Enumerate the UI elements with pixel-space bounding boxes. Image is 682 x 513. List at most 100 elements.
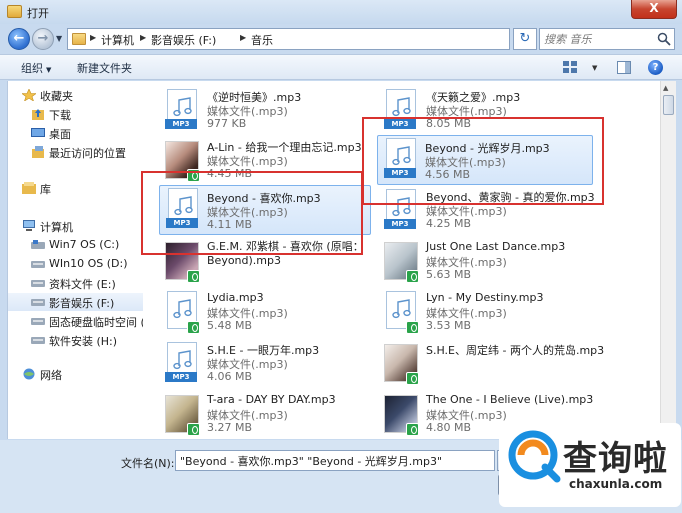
- file-size: 4.45 MB: [207, 167, 253, 180]
- nav-libraries[interactable]: 库: [8, 179, 144, 197]
- media-player-icon: [187, 270, 200, 283]
- media-player-icon: [406, 270, 419, 283]
- file-size: 4.80 MB: [426, 421, 472, 434]
- folder-icon: [72, 33, 86, 45]
- file-item[interactable]: Just One Last Dance.mp3 媒体文件(.mp3) 5.63 …: [380, 238, 595, 288]
- file-size: 4.56 MB: [425, 168, 471, 181]
- mp3-file-icon: MP3: [384, 89, 418, 133]
- nav-network[interactable]: 网络: [8, 365, 144, 383]
- album-art-thumbnail: [384, 240, 419, 284]
- file-item[interactable]: MP3 Beyond、黄家驹 - 真的爱你.mp3 媒体文件(.mp3) 4.2…: [380, 187, 595, 237]
- recent-places-icon: [32, 146, 44, 158]
- drive-icon: [31, 261, 45, 268]
- close-button[interactable]: X: [631, 0, 677, 19]
- file-item[interactable]: S.H.E、周定纬 - 两个人的荒岛.mp3: [380, 340, 604, 390]
- file-item[interactable]: MP3 S.H.E - 一眼万年.mp3 媒体文件(.mp3) 4.06 MB: [161, 340, 376, 390]
- media-player-icon: [187, 423, 200, 436]
- file-list: MP3 《逆时恒美》.mp3 媒体文件(.mp3) 977 KB MP3 《天籁…: [143, 81, 660, 439]
- mp3-file-icon: MP3: [384, 189, 418, 233]
- forward-button[interactable]: →: [32, 28, 54, 50]
- address-bar[interactable]: ▶ 计算机 ▶ 影音娱乐 (F:) ▶ 音乐 ▼: [67, 28, 568, 50]
- help-icon[interactable]: ?: [648, 60, 663, 75]
- view-icon[interactable]: [563, 61, 577, 73]
- file-size: 977 KB: [207, 117, 247, 130]
- back-button[interactable]: ←: [8, 28, 30, 50]
- file-size: 3.53 MB: [426, 319, 472, 332]
- chevron-down-icon: ▼: [46, 66, 52, 74]
- media-player-icon: [406, 423, 419, 436]
- preview-pane-icon[interactable]: [617, 61, 631, 74]
- nav-computer[interactable]: 计算机: [8, 217, 144, 235]
- nav-drive-h[interactable]: 软件安装 (H:): [8, 331, 144, 349]
- album-art-thumbnail: [165, 240, 200, 284]
- nav-drive-c[interactable]: Win7 OS (C:): [8, 236, 144, 254]
- nav-recent[interactable]: 最近访问的位置: [8, 143, 144, 161]
- file-item[interactable]: G.E.M. 邓紫棋 - 喜欢你 (原唱：Beyond).mp3: [161, 238, 376, 288]
- star-icon: [22, 89, 36, 101]
- drive-icon: [31, 318, 45, 325]
- file-size: 4.11 MB: [207, 218, 253, 231]
- new-folder-button[interactable]: 新建文件夹: [77, 60, 132, 76]
- navigation-pane: 收藏夹 下载 桌面 最近访问的位置 库 计算机 Win7 OS (C:) WIn…: [7, 81, 144, 439]
- address-row: ← → ▼ ▶ 计算机 ▶ 影音娱乐 (F:) ▶ 音乐 ▼ ↻: [0, 24, 682, 54]
- toolbar: 组织 ▼ 新建文件夹 ▼ ?: [0, 54, 682, 80]
- album-art-thumbnail: [165, 139, 200, 183]
- file-item[interactable]: MP3 《天籁之爱》.mp3 媒体文件(.mp3) 8.05 MB: [380, 87, 595, 137]
- nav-desktop[interactable]: 桌面: [8, 124, 144, 142]
- file-item-selected[interactable]: MP3 Beyond - 光辉岁月.mp3 媒体文件(.mp3) 4.56 MB: [377, 135, 593, 185]
- nav-drive-g[interactable]: 固态硬盘临时空间 (G: [8, 312, 144, 330]
- scroll-up-icon[interactable]: ▲: [663, 84, 668, 92]
- file-name: Lyn - My Destiny.mp3: [426, 291, 544, 304]
- chevron-right-icon[interactable]: ▶: [140, 33, 146, 42]
- album-art-thumbnail: [384, 342, 419, 386]
- media-player-icon: [406, 372, 419, 385]
- nav-drive-d[interactable]: WIn10 OS (D:): [8, 255, 144, 273]
- mp3-file-icon: MP3: [165, 89, 199, 133]
- file-item[interactable]: MP3 《逆时恒美》.mp3 媒体文件(.mp3) 977 KB: [161, 87, 376, 137]
- media-player-icon: [406, 321, 419, 334]
- watermark-logo: 查询啦 chaxunla.com: [499, 423, 681, 507]
- desktop-icon: [31, 128, 45, 137]
- breadcrumb-music[interactable]: 音乐: [251, 32, 273, 48]
- drive-icon: [31, 240, 45, 249]
- file-item[interactable]: Lyn - My Destiny.mp3 媒体文件(.mp3) 3.53 MB: [380, 289, 595, 339]
- file-size: 4.25 MB: [426, 217, 472, 230]
- view-dropdown-icon[interactable]: ▼: [592, 64, 597, 72]
- drive-icon: [31, 280, 45, 287]
- file-item[interactable]: T-ara - DAY BY DAY.mp3 媒体文件(.mp3) 3.27 M…: [161, 391, 376, 439]
- chevron-right-icon[interactable]: ▶: [240, 33, 246, 42]
- album-art-thumbnail: [165, 393, 200, 437]
- file-name: G.E.M. 邓紫棋 - 喜欢你 (原唱：Beyond).mp3: [207, 240, 364, 267]
- breadcrumb-computer[interactable]: 计算机: [101, 32, 134, 48]
- downloads-icon: [32, 109, 44, 120]
- file-name: T-ara - DAY BY DAY.mp3: [207, 393, 336, 406]
- mp3-file-icon: [165, 291, 200, 335]
- file-size: 5.48 MB: [207, 319, 253, 332]
- history-dropdown-icon[interactable]: ▼: [56, 34, 62, 43]
- search-icon[interactable]: [657, 32, 671, 46]
- nav-favorites[interactable]: 收藏夹: [8, 86, 144, 104]
- chevron-right-icon[interactable]: ▶: [90, 33, 96, 42]
- nav-downloads[interactable]: 下载: [8, 105, 144, 123]
- media-player-icon: [187, 321, 200, 334]
- vertical-scrollbar[interactable]: ▲: [660, 81, 676, 439]
- drive-icon: [31, 299, 45, 306]
- nav-drive-f[interactable]: 影音娱乐 (F:): [8, 293, 144, 311]
- organize-button[interactable]: 组织 ▼: [21, 60, 51, 76]
- file-item[interactable]: A-Lin - 给我一个理由忘记.mp3 媒体文件(.mp3) 4.45 MB: [161, 137, 376, 187]
- refresh-button[interactable]: ↻: [513, 28, 537, 50]
- file-item[interactable]: Lydia.mp3 媒体文件(.mp3) 5.48 MB: [161, 289, 376, 339]
- scroll-thumb[interactable]: [663, 95, 674, 115]
- file-item-selected[interactable]: MP3 Beyond - 喜欢你.mp3 媒体文件(.mp3) 4.11 MB: [159, 185, 371, 235]
- filename-input[interactable]: "Beyond - 喜欢你.mp3" "Beyond - 光辉岁月.mp3": [175, 450, 495, 471]
- search-input[interactable]: [544, 31, 652, 47]
- breadcrumb-drive[interactable]: 影音娱乐 (F:): [151, 32, 216, 48]
- network-icon: [23, 368, 35, 380]
- filename-label: 文件名(N):: [121, 457, 175, 470]
- file-size: 3.27 MB: [207, 421, 253, 434]
- nav-drive-e[interactable]: 资料文件 (E:): [8, 274, 144, 292]
- search-box[interactable]: [539, 28, 675, 50]
- library-icon: [22, 182, 36, 194]
- drive-icon: [31, 337, 45, 344]
- file-size: 8.05 MB: [426, 117, 472, 130]
